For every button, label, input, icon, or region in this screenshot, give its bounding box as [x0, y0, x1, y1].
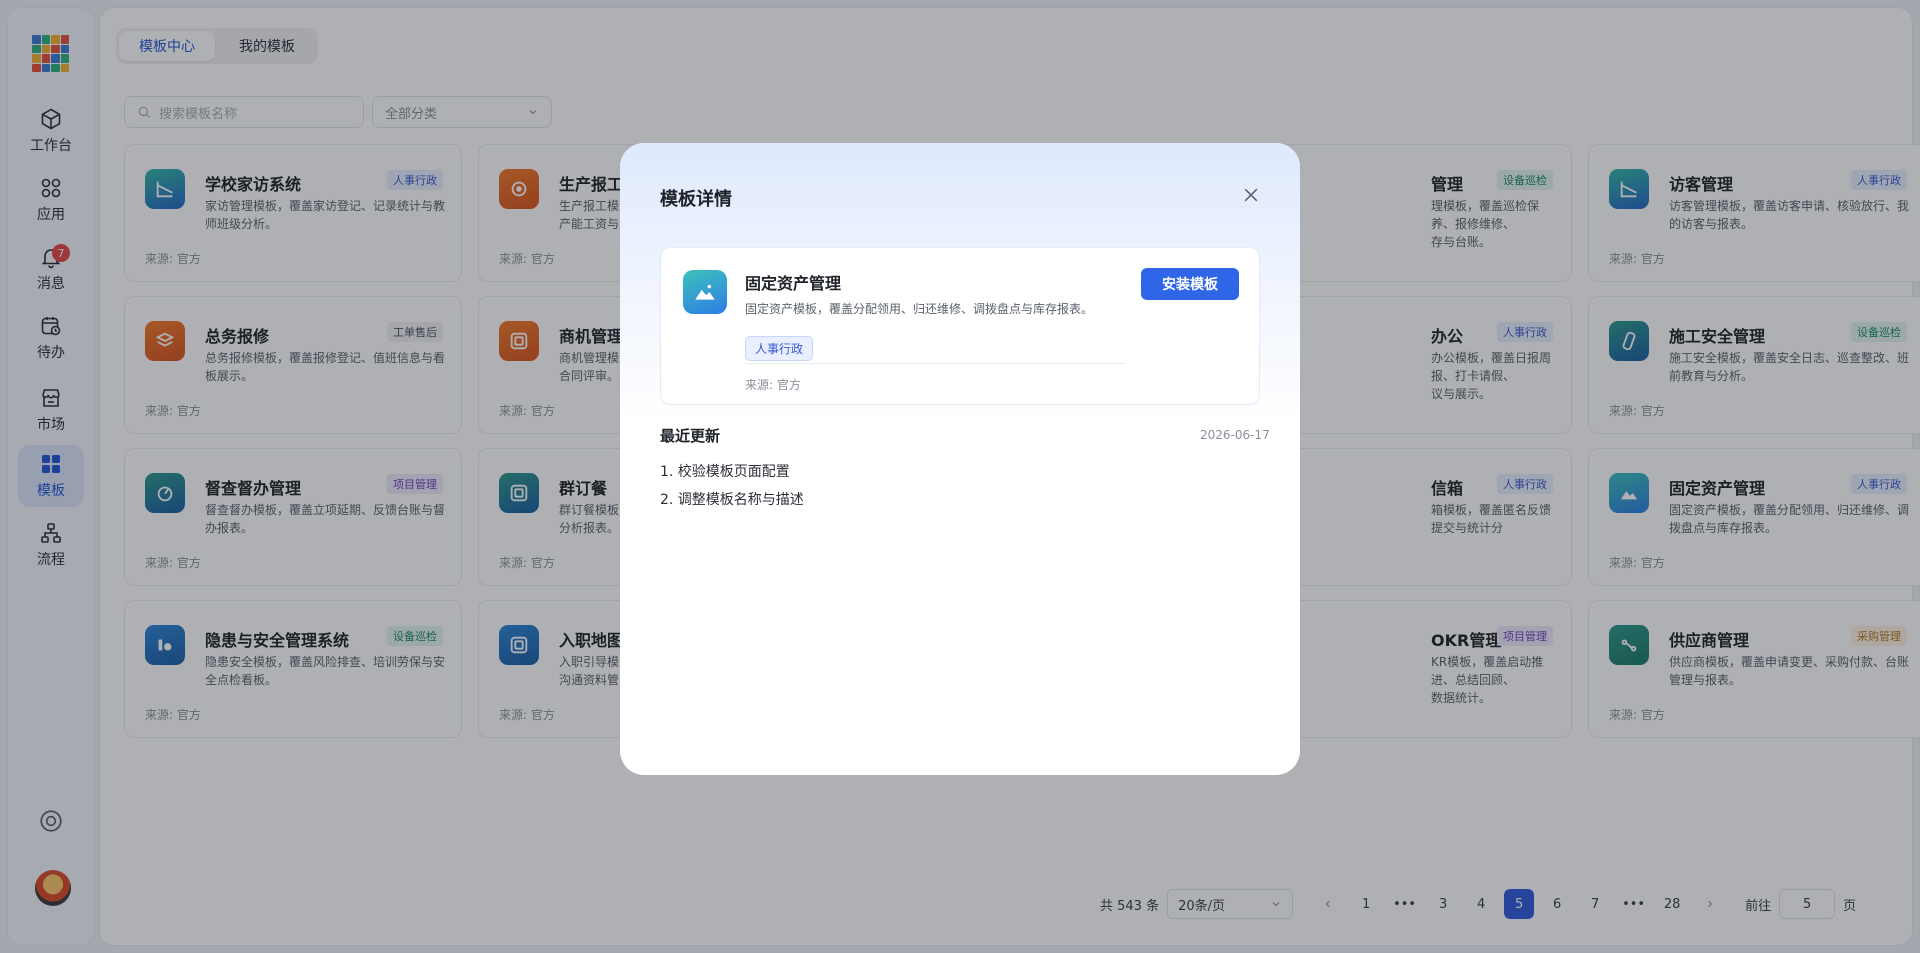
modal-title: 模板详情 — [660, 189, 732, 210]
template-detail-modal: 模板详情 固定资产管理 固定资产模板，覆盖分配领用、归还维修、调拨盘点与库存报表… — [620, 143, 1300, 775]
template-source: 来源: 官方 — [745, 378, 801, 392]
template-desc: 固定资产模板，覆盖分配领用、归还维修、调拨盘点与库存报表。 — [745, 302, 1094, 316]
updates-title: 最近更新 — [660, 427, 721, 445]
template-name: 固定资产管理 — [745, 274, 842, 293]
update-item: 1. 校验模板页面配置 — [660, 464, 790, 480]
template-summary-card: 固定资产管理 固定资产模板，覆盖分配领用、归还维修、调拨盘点与库存报表。 安装模… — [660, 247, 1260, 405]
mountain-image-icon — [683, 270, 727, 314]
close-icon[interactable] — [1241, 185, 1261, 205]
template-tag: 人事行政 — [745, 336, 814, 361]
divider — [745, 363, 1125, 364]
install-template-button[interactable]: 安装模板 — [1141, 268, 1239, 300]
update-item: 2. 调整模板名称与描述 — [660, 492, 804, 508]
updates-date: 2026-06-17 — [1200, 428, 1270, 442]
